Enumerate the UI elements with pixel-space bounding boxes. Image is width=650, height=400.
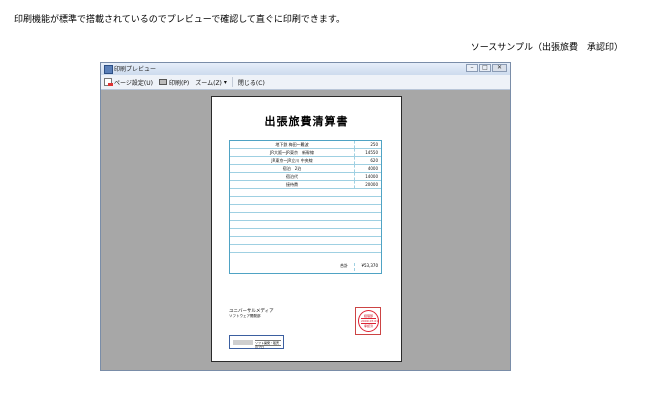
stamp-seal: 経理部 2009.07.01 承認済	[358, 310, 379, 332]
table-row: JR東京〜JR立川 中央線 620	[230, 157, 381, 165]
print-label: 印刷(P)	[168, 79, 190, 87]
row-amount: 620	[354, 157, 381, 164]
page-setup-label: ページ設定(U)	[114, 79, 153, 87]
company-banner: ソフト開発・販売のプロ	[229, 335, 284, 349]
close-label: 閉じる(C)	[237, 79, 265, 87]
subcaption-text: ソースサンプル（出張旅費 承認印）	[470, 43, 623, 53]
toolbar-divider	[231, 77, 233, 87]
zoom-label: ズーム(Z)	[195, 79, 222, 87]
table-row	[230, 189, 381, 197]
expense-table: 地下鉄 梅田〜難波 250 JR大阪〜JR東京 新幹線 14550 JR東京〜JR立川 …	[229, 140, 382, 274]
table-row: 宿泊 2泊 4000	[230, 165, 381, 173]
row-description: 宿泊 2泊	[282, 166, 302, 171]
row-amount: 4000	[354, 165, 381, 172]
close-window-button[interactable]: ✕	[492, 64, 507, 72]
table-row	[230, 197, 381, 205]
printer-icon	[158, 79, 167, 85]
table-row	[230, 213, 381, 221]
caption-text: 印刷機能が標準で搭載されているのでプレビューで確認して直ぐに印刷できます。	[14, 15, 346, 25]
table-row	[230, 245, 381, 253]
row-amount: 14000	[354, 173, 381, 180]
company-block: ユニバーサルメディア ソフトウェア開発部	[229, 309, 274, 319]
print-button[interactable]: 印刷(P)	[156, 78, 192, 87]
app-icon	[104, 65, 113, 74]
approval-stamp: 経理部 2009.07.01 承認済	[355, 307, 381, 335]
window-titlebar[interactable]: 印刷プレビュー – □ ✕	[101, 63, 510, 75]
table-row	[230, 221, 381, 229]
table-row: 地下鉄 梅田〜難波 250	[230, 141, 381, 149]
page-setup-icon	[104, 78, 113, 86]
maximize-button[interactable]: □	[479, 64, 491, 72]
banner-logo	[233, 340, 253, 345]
banner-text: ソフト開発・販売のプロ	[255, 340, 281, 349]
table-row	[230, 205, 381, 213]
window-title: 印刷プレビュー	[114, 66, 157, 73]
zoom-dropdown[interactable]: ズーム(Z) ▾	[192, 78, 230, 87]
total-value: ¥53,370	[354, 263, 381, 271]
table-row: 宿泊代 14000	[230, 173, 381, 181]
preview-page: 出張旅費清算書 地下鉄 梅田〜難波 250 JR大阪〜JR東京 新幹線 14550 JR…	[211, 96, 402, 362]
row-description: 接待費	[286, 182, 298, 187]
row-amount: 14550	[354, 149, 381, 156]
table-row: JR大阪〜JR東京 新幹線 14550	[230, 149, 381, 157]
row-description: 地下鉄 梅田〜難波	[275, 142, 309, 147]
document-title: 出張旅費清算書	[264, 115, 349, 128]
table-row	[230, 237, 381, 245]
row-description: 宿泊代	[286, 174, 298, 179]
total-row: 合計 ¥53,370	[230, 256, 381, 273]
chevron-down-icon: ▾	[223, 78, 227, 86]
row-description: JR大阪〜JR東京 新幹線	[270, 150, 314, 155]
total-label: 合計	[340, 263, 348, 268]
print-preview-window: 印刷プレビュー – □ ✕ ページ設定(U) 印刷(P) ズーム(Z) ▾ 閉じ…	[100, 62, 511, 371]
preview-viewport[interactable]: 出張旅費清算書 地下鉄 梅田〜難波 250 JR大阪〜JR東京 新幹線 14550 JR…	[101, 90, 510, 370]
toolbar: ページ設定(U) 印刷(P) ズーム(Z) ▾ 閉じる(C)	[101, 75, 510, 90]
minimize-button[interactable]: –	[466, 64, 478, 72]
table-row	[230, 229, 381, 237]
stamp-bottom-text: 承認済	[363, 324, 373, 328]
table-row: 接待費 20000	[230, 181, 381, 189]
row-amount: 20000	[354, 181, 381, 188]
row-amount: 250	[354, 141, 381, 148]
page-setup-button[interactable]: ページ設定(U)	[101, 78, 156, 87]
close-preview-button[interactable]: 閉じる(C)	[235, 78, 268, 87]
row-description: JR東京〜JR立川 中央線	[271, 158, 313, 163]
company-department: ソフトウェア開発部	[229, 314, 261, 318]
